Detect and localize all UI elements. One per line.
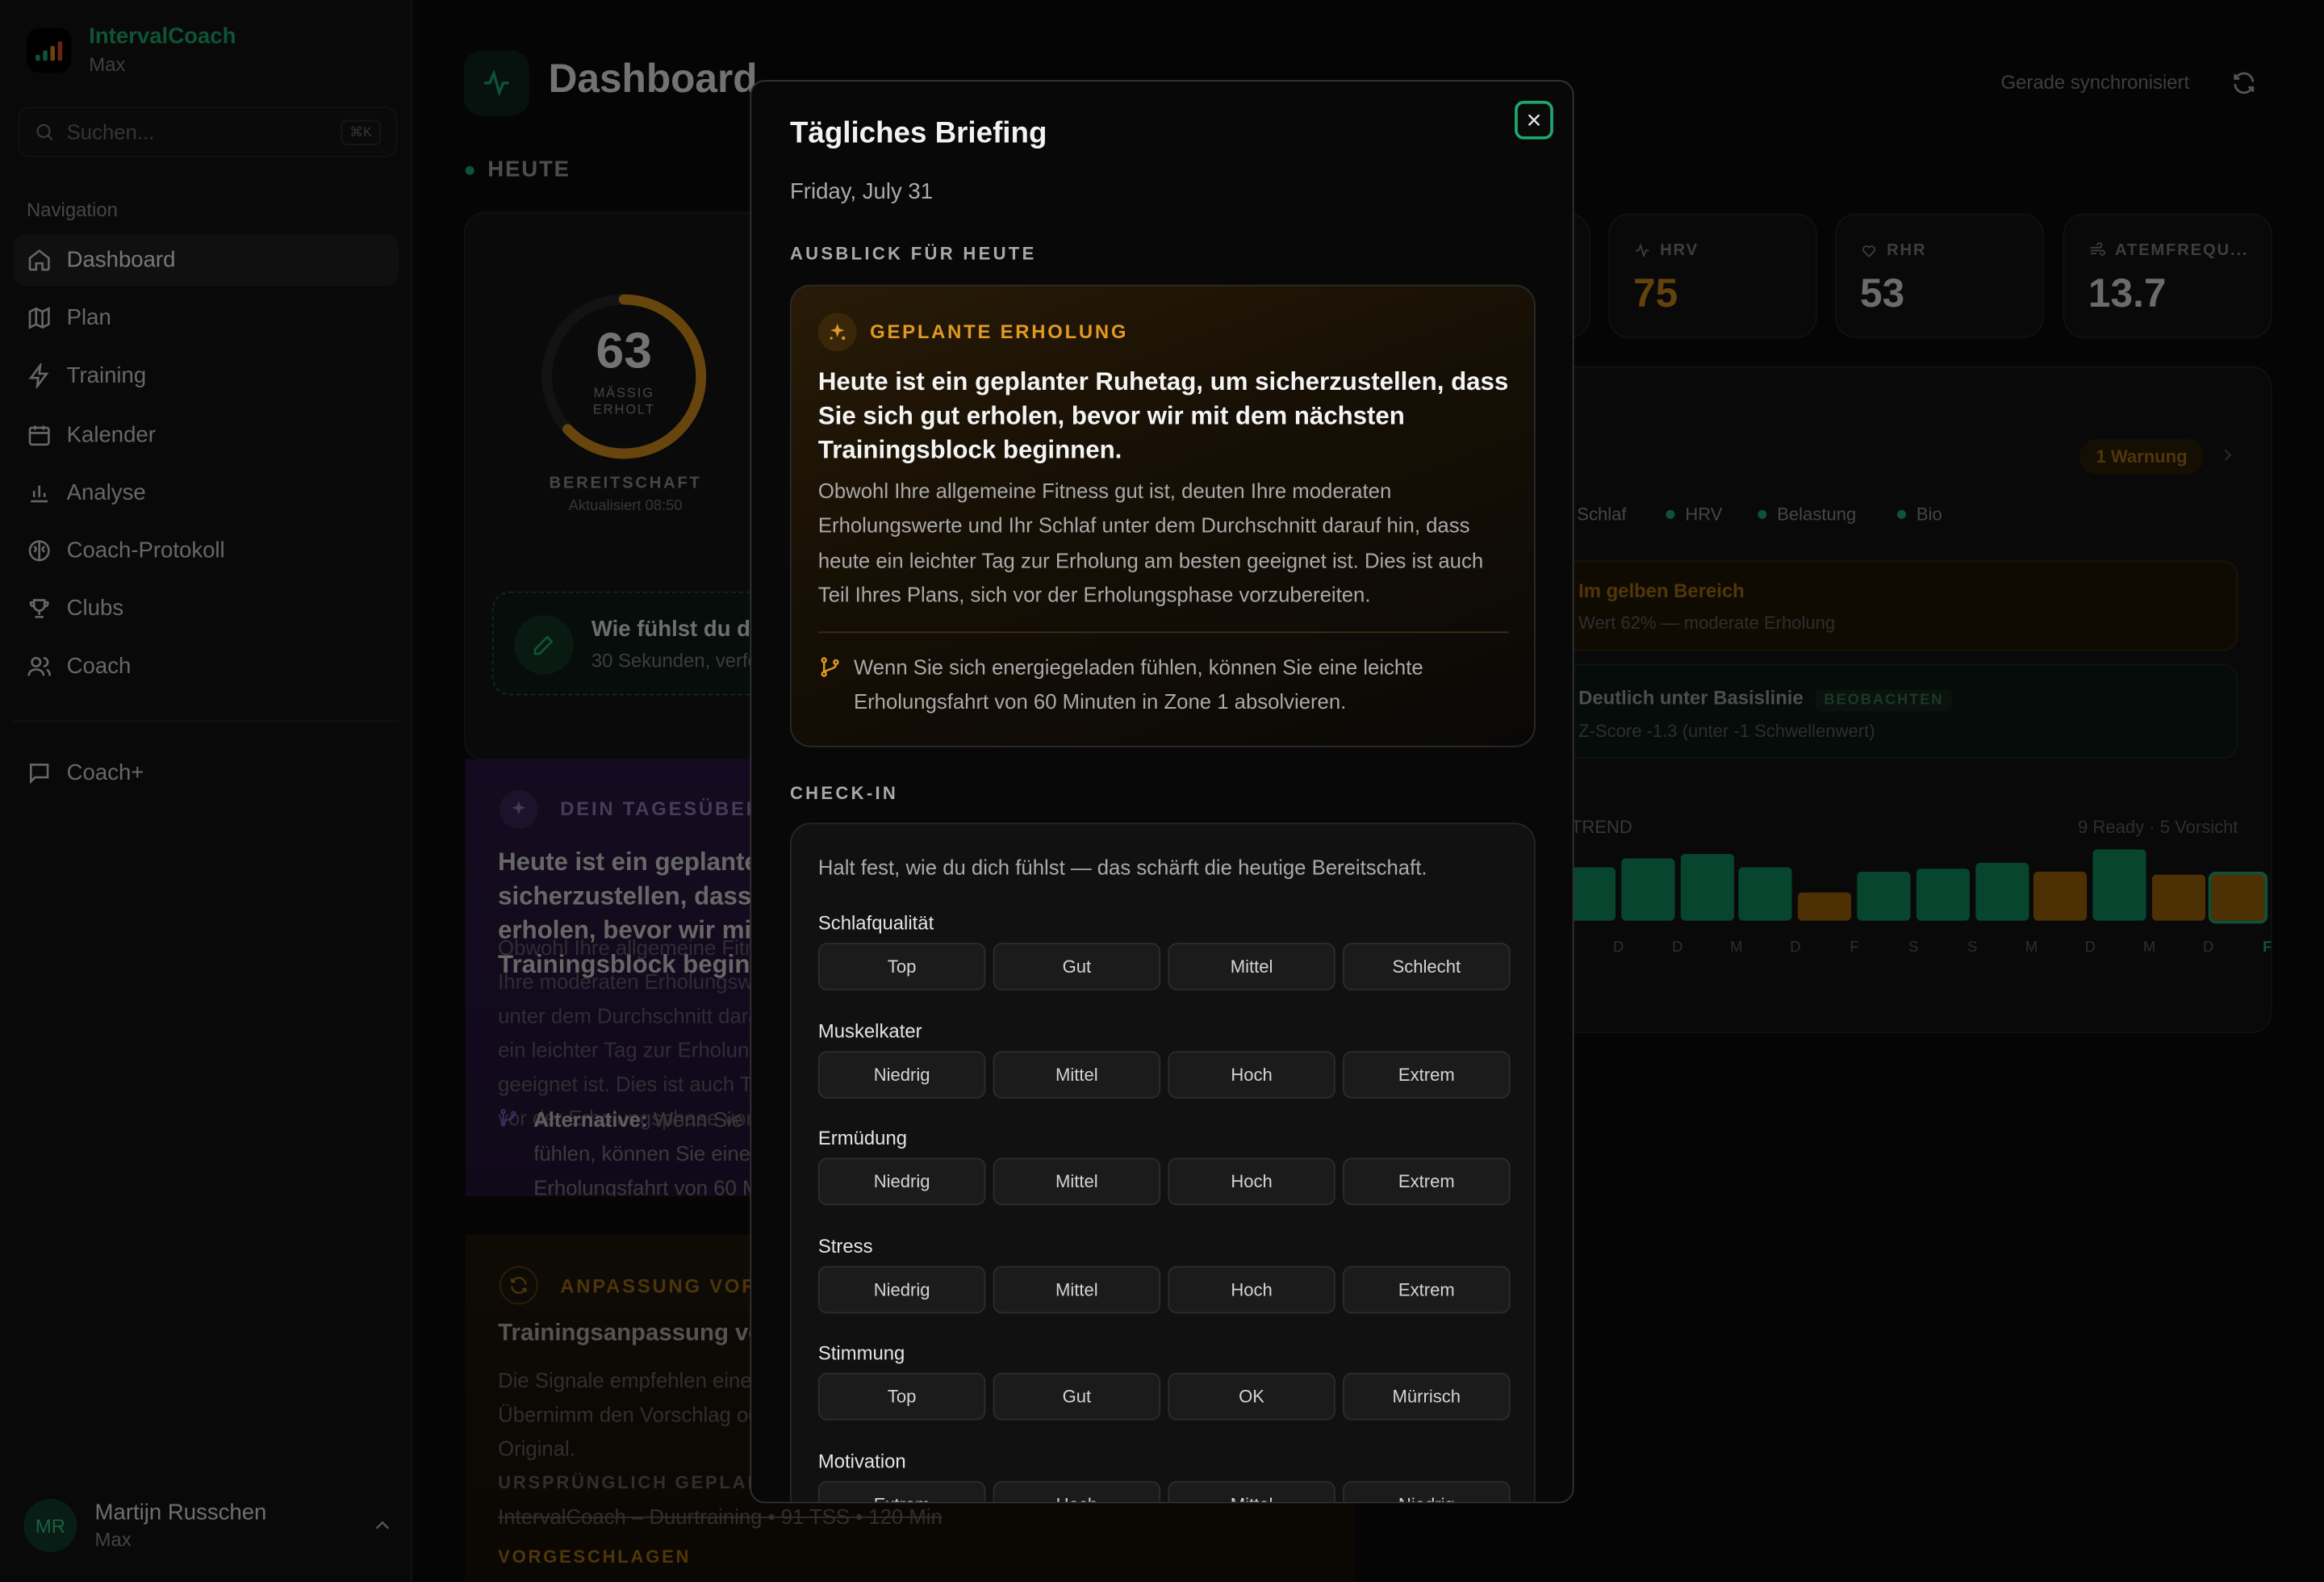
- checkin-question: Motivation Extrem Hoch Mittel Niedrig: [817, 1449, 1511, 1502]
- checkin-option-button[interactable]: Top: [817, 943, 986, 990]
- modal-date: Friday, July 31: [789, 179, 934, 205]
- sparkle-icon: [817, 312, 857, 352]
- checkin-option-button[interactable]: Schlecht: [1343, 943, 1511, 990]
- checkin-option-button[interactable]: Top: [817, 1372, 986, 1421]
- modal-title: Tägliches Briefing: [789, 117, 1047, 150]
- checkin-question-label: Ermüdung: [817, 1126, 908, 1149]
- checkin-option-button[interactable]: Niedrig: [817, 1050, 986, 1099]
- briefing-alternative: Wenn Sie sich energiegeladen fühlen, kön…: [853, 655, 1423, 714]
- checkin-options: Niedrig Mittel Hoch Extrem: [817, 1157, 1511, 1206]
- checkin-option-button[interactable]: Extrem: [1343, 1050, 1511, 1099]
- checkin-option-button[interactable]: Mittel: [1168, 943, 1335, 990]
- checkin-option-button[interactable]: Mittel: [1168, 1479, 1335, 1502]
- checkin-question-label: Muskelkater: [817, 1019, 922, 1042]
- checkin-option-button[interactable]: Extrem: [1343, 1157, 1511, 1206]
- checkin-option-button[interactable]: Mittel: [993, 1265, 1161, 1313]
- checkin-option-button[interactable]: OK: [1168, 1372, 1335, 1421]
- checkin-option-button[interactable]: Gut: [993, 943, 1161, 990]
- checkin-option-button[interactable]: Mürrisch: [1343, 1372, 1511, 1421]
- checkin-question-label: Motivation: [817, 1449, 906, 1471]
- branch-icon: [821, 657, 839, 677]
- briefing-body: Obwohl Ihre allgemeine Fitness gut ist, …: [817, 479, 1484, 607]
- app-root: IntervalCoach Max ⌘K Navigation Dashboar…: [0, 0, 2324, 1582]
- checkin-card: Halt fest, wie du dich fühlst — das schä…: [789, 822, 1536, 1502]
- checkin-option-button[interactable]: Hoch: [993, 1479, 1161, 1502]
- checkin-option-button[interactable]: Hoch: [1168, 1265, 1335, 1313]
- checkin-question: Stress Niedrig Mittel Hoch Extrem: [817, 1234, 1511, 1313]
- checkin-question: Schlafqualität Top Gut Mittel Schlecht: [817, 911, 1511, 990]
- checkin-option-button[interactable]: Hoch: [1168, 1157, 1335, 1206]
- checkin-options: Niedrig Mittel Hoch Extrem: [817, 1265, 1511, 1313]
- checkin-option-button[interactable]: Hoch: [1168, 1050, 1335, 1099]
- checkin-option-button[interactable]: Extrem: [817, 1479, 986, 1502]
- checkin-question-label: Schlafqualität: [817, 911, 934, 935]
- checkin-option-button[interactable]: Niedrig: [1343, 1479, 1511, 1502]
- outlook-section-label: AUSBLICK FÜR HEUTE: [789, 243, 1037, 264]
- checkin-option-button[interactable]: Gut: [993, 1372, 1161, 1421]
- planned-recovery-label: GEPLANTE ERHOLUNG: [870, 320, 1129, 343]
- checkin-option-button[interactable]: Mittel: [993, 1050, 1161, 1099]
- close-icon: [1528, 114, 1540, 127]
- checkin-option-button[interactable]: Extrem: [1343, 1265, 1511, 1313]
- checkin-options: Extrem Hoch Mittel Niedrig: [817, 1479, 1511, 1502]
- checkin-question: Stimmung Top Gut OK Mürrisch: [817, 1341, 1511, 1421]
- checkin-option-button[interactable]: Mittel: [993, 1157, 1161, 1206]
- checkin-question: Ermüdung Niedrig Mittel Hoch Extrem: [817, 1126, 1511, 1206]
- briefing-divider: [817, 631, 1509, 634]
- checkin-section-label: CHECK-IN: [789, 782, 899, 804]
- checkin-option-button[interactable]: Niedrig: [817, 1265, 986, 1313]
- checkin-question: Muskelkater Niedrig Mittel Hoch Extrem: [817, 1019, 1511, 1099]
- briefing-headline: Heute ist ein geplanter Ruhetag, um sich…: [817, 367, 1509, 464]
- checkin-options: Top Gut OK Mürrisch: [817, 1372, 1511, 1421]
- close-button[interactable]: [1515, 100, 1553, 140]
- checkin-question-label: Stress: [817, 1234, 873, 1257]
- checkin-intro: Halt fest, wie du dich fühlst — das schä…: [817, 855, 1427, 880]
- checkin-option-button[interactable]: Niedrig: [817, 1157, 986, 1206]
- checkin-question-label: Stimmung: [817, 1341, 905, 1364]
- checkin-options: Top Gut Mittel Schlecht: [817, 943, 1511, 990]
- planned-recovery-card: GEPLANTE ERHOLUNG Heute ist ein geplante…: [789, 284, 1536, 747]
- checkin-options: Niedrig Mittel Hoch Extrem: [817, 1050, 1511, 1099]
- daily-briefing-modal: Tägliches Briefing Friday, July 31 AUSBL…: [750, 80, 1574, 1504]
